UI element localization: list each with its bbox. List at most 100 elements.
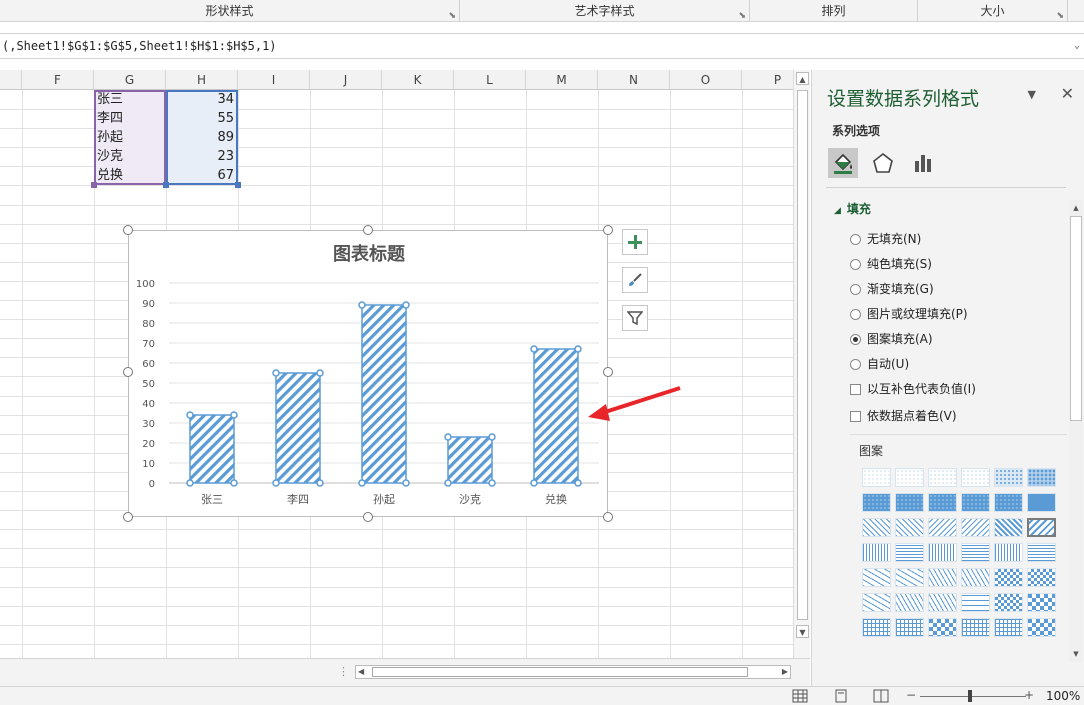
pattern-swatch[interactable] xyxy=(961,593,990,612)
pattern-swatch[interactable] xyxy=(994,568,1023,587)
pattern-swatch[interactable] xyxy=(928,518,957,537)
checkbox-invert-negative[interactable]: 以互补色代表负值(I) xyxy=(850,381,976,397)
pattern-swatch[interactable] xyxy=(895,593,924,612)
sheet-tab-bar: ⋮ ◀ ▶ xyxy=(0,658,810,686)
close-icon[interactable]: ✕ xyxy=(1061,84,1074,103)
pattern-swatch[interactable] xyxy=(895,618,924,637)
zoom-slider[interactable] xyxy=(920,696,1026,697)
pattern-swatch[interactable] xyxy=(862,468,891,487)
option-label: 渐变填充(G) xyxy=(867,282,934,296)
pattern-swatch[interactable] xyxy=(862,593,891,612)
pentagon-icon xyxy=(873,152,893,173)
radio-pattern-fill[interactable]: 图案填充(A) xyxy=(850,331,933,347)
splitter-icon[interactable]: ⋮ xyxy=(338,665,349,678)
option-label: 依数据点着色(V) xyxy=(867,409,957,423)
zoom-level[interactable]: 100% xyxy=(1046,689,1080,703)
paint-bucket-icon xyxy=(834,153,852,174)
pattern-swatch[interactable] xyxy=(928,468,957,487)
pattern-swatch[interactable] xyxy=(895,493,924,512)
divider xyxy=(850,434,1067,435)
pattern-swatch[interactable] xyxy=(928,493,957,512)
pane-scrollbar[interactable]: ▲ ▼ xyxy=(1069,200,1083,662)
option-label: 无填充(N) xyxy=(867,232,922,246)
checkbox-vary-colors[interactable]: 依数据点着色(V) xyxy=(850,408,957,424)
scroll-up-icon[interactable]: ▲ xyxy=(796,72,809,85)
pattern-swatch[interactable] xyxy=(1027,493,1056,512)
pattern-swatch[interactable] xyxy=(895,568,924,587)
radio-gradient-fill[interactable]: 渐变填充(G) xyxy=(850,281,934,297)
pattern-swatch[interactable] xyxy=(994,493,1023,512)
radio-button[interactable] xyxy=(850,283,861,295)
pattern-swatch[interactable] xyxy=(1027,468,1056,487)
pattern-swatch[interactable] xyxy=(862,543,891,562)
vertical-scrollbar[interactable]: ▲ ▼ xyxy=(793,70,810,658)
tab-series-options[interactable] xyxy=(908,148,938,178)
radio-no-fill[interactable]: 无填充(N) xyxy=(850,231,921,247)
checkbox[interactable] xyxy=(850,410,861,422)
option-label: 自动(U) xyxy=(867,357,910,371)
pattern-swatch[interactable] xyxy=(994,468,1023,487)
radio-picture-fill[interactable]: 图片或纹理填充(P) xyxy=(850,306,968,322)
radio-button[interactable] xyxy=(850,308,861,320)
pattern-swatch[interactable] xyxy=(862,493,891,512)
page-break-icon[interactable] xyxy=(873,689,889,703)
radio-button[interactable] xyxy=(850,258,861,270)
pattern-swatch[interactable] xyxy=(994,618,1023,637)
radio-solid-fill[interactable]: 纯色填充(S) xyxy=(850,256,932,272)
fill-section-header[interactable]: ◢ 填充 xyxy=(834,200,871,217)
pattern-swatch[interactable] xyxy=(961,518,990,537)
radio-automatic[interactable]: 自动(U) xyxy=(850,356,909,372)
pattern-label: 图案 xyxy=(859,444,884,458)
scroll-down-icon[interactable]: ▼ xyxy=(1070,648,1082,660)
pattern-swatch[interactable] xyxy=(895,543,924,562)
scroll-down-icon[interactable]: ▼ xyxy=(796,625,809,638)
pattern-swatch[interactable] xyxy=(862,618,891,637)
normal-view-icon[interactable] xyxy=(792,689,808,703)
pattern-swatch[interactable] xyxy=(961,618,990,637)
option-label: 图案填充(A) xyxy=(867,332,933,346)
radio-button[interactable] xyxy=(850,233,861,245)
pattern-swatch[interactable] xyxy=(928,618,957,637)
pattern-swatch[interactable] xyxy=(1027,618,1056,637)
status-bar: − + 100% xyxy=(0,686,1084,705)
pattern-swatch[interactable] xyxy=(994,593,1023,612)
scroll-thumb[interactable] xyxy=(1070,216,1082,421)
pattern-swatch[interactable] xyxy=(862,518,891,537)
pane-title: 设置数据系列格式 xyxy=(827,88,980,110)
zoom-in-icon[interactable]: + xyxy=(1024,688,1034,702)
scroll-thumb[interactable] xyxy=(372,667,748,677)
pattern-swatch[interactable] xyxy=(961,568,990,587)
horizontal-scrollbar[interactable]: ◀ ▶ xyxy=(355,665,791,679)
checkbox[interactable] xyxy=(850,383,861,395)
pattern-swatch[interactable] xyxy=(1027,543,1056,562)
tab-effects[interactable] xyxy=(868,148,898,178)
pane-options-icon[interactable]: ▼ xyxy=(1028,88,1036,101)
zoom-slider-thumb[interactable] xyxy=(968,690,972,702)
page-layout-icon[interactable] xyxy=(833,689,849,703)
radio-button[interactable] xyxy=(850,358,861,370)
tab-fill-line[interactable] xyxy=(828,148,858,178)
pattern-swatch[interactable] xyxy=(928,593,957,612)
pattern-swatch[interactable] xyxy=(961,493,990,512)
pattern-swatch[interactable] xyxy=(961,543,990,562)
radio-button-selected[interactable] xyxy=(850,333,861,345)
pattern-swatch[interactable] xyxy=(862,568,891,587)
pattern-swatch[interactable] xyxy=(994,518,1023,537)
pattern-swatch[interactable] xyxy=(961,468,990,487)
pattern-swatch[interactable] xyxy=(994,543,1023,562)
pattern-swatch[interactable] xyxy=(895,518,924,537)
pattern-swatch[interactable] xyxy=(928,568,957,587)
scroll-up-icon[interactable]: ▲ xyxy=(1070,202,1082,214)
pattern-swatch[interactable] xyxy=(1027,593,1056,612)
scroll-thumb[interactable] xyxy=(797,90,808,620)
scroll-right-icon[interactable]: ▶ xyxy=(782,667,788,676)
pattern-swatch[interactable] xyxy=(1027,568,1056,587)
scroll-left-icon[interactable]: ◀ xyxy=(358,667,364,676)
series-options-label[interactable]: 系列选项 xyxy=(832,122,880,139)
fill-section-label: 填充 xyxy=(846,202,871,216)
pattern-swatch-selected[interactable] xyxy=(1027,518,1056,537)
zoom-out-icon[interactable]: − xyxy=(906,688,916,702)
pattern-swatch[interactable] xyxy=(895,468,924,487)
option-label: 以互补色代表负值(I) xyxy=(867,382,976,396)
pattern-swatch[interactable] xyxy=(928,543,957,562)
